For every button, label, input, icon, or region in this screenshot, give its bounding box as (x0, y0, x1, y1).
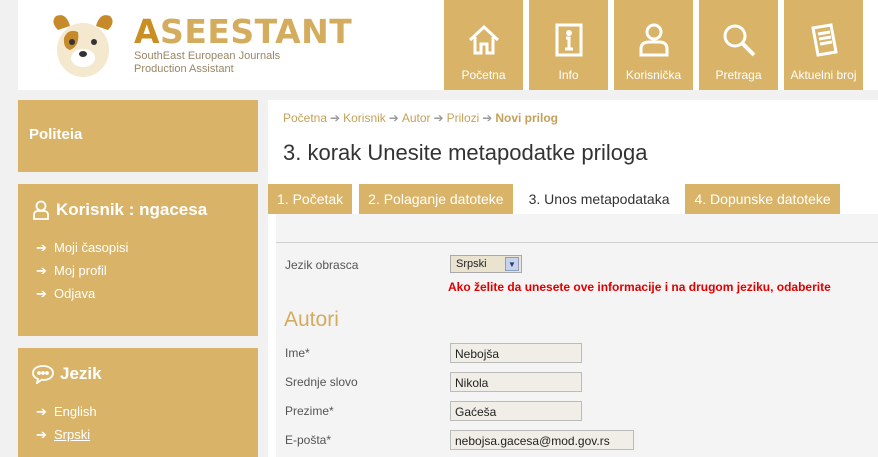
nav-user[interactable]: Korisnička (614, 0, 693, 90)
brand-subtitle-1: SouthEast European Journals (134, 50, 281, 62)
nav-home[interactable]: Početna (444, 0, 523, 90)
home-icon (444, 22, 523, 62)
sidebar-item-logout[interactable]: ➔ Odjava (36, 282, 258, 305)
document-icon (784, 22, 863, 62)
form-language-label: Jezik obrasca (285, 258, 359, 272)
sidebar: Politeia Korisnik : ngacesa ➔ Moji časopi… (18, 100, 258, 457)
journal-title[interactable]: Politeia (29, 126, 82, 143)
breadcrumb-user[interactable]: Korisnik (343, 111, 386, 125)
arrow-right-icon: ➔ (388, 111, 399, 125)
language-box-title: Jezik (32, 364, 258, 384)
info-icon (529, 22, 608, 62)
language-links: ➔ English ➔ Srpski (32, 400, 258, 446)
breadcrumb: Početna ➔ Korisnik ➔ Autor ➔ Prilozi ➔ Novi pril… (283, 111, 558, 125)
user-icon (33, 200, 49, 220)
nav-search[interactable]: Pretraga (699, 0, 778, 90)
user-links: ➔ Moji časopisi ➔ Moj profil ➔ Odjava (32, 236, 258, 305)
arrow-right-icon: ➔ (36, 240, 47, 255)
arrow-right-icon: ➔ (36, 263, 47, 278)
form-language-value: Srpski (456, 258, 487, 270)
last-name-label: Prezime* (285, 404, 334, 418)
arrow-right-icon: ➔ (433, 111, 444, 125)
breadcrumb-current[interactable]: Novi prilog (495, 111, 558, 125)
authors-heading: Autori (284, 308, 339, 331)
chevron-down-icon: ▼ (505, 257, 519, 271)
breadcrumb-author[interactable]: Autor (402, 111, 431, 125)
last-name-field[interactable]: Gaćeša (450, 401, 582, 421)
arrow-right-icon: ➔ (330, 111, 341, 125)
nav-current-issue-label: Aktuelni broj (790, 68, 857, 82)
language-box: Jezik ➔ English ➔ Srpski (18, 348, 258, 457)
breadcrumb-home[interactable]: Početna (283, 111, 327, 125)
main-content: Početna ➔ Korisnik ➔ Autor ➔ Prilozi ➔ Novi pril… (268, 100, 878, 457)
sidebar-item-my-journals[interactable]: ➔ Moji časopisi (36, 236, 258, 259)
arrow-right-icon: ➔ (36, 427, 47, 442)
tab-step-4[interactable]: 4. Dopunske datoteke (685, 184, 840, 214)
language-title-text: Jezik (60, 364, 102, 383)
user-title-text: Korisnik : ngacesa (56, 200, 208, 219)
tab-step-3[interactable]: 3. Unos metapodataka (519, 184, 679, 214)
nav-user-label: Korisnička (625, 68, 682, 82)
tab-step-1[interactable]: 1. Početak (268, 184, 353, 214)
tab-step-2[interactable]: 2. Polaganje datoteke (359, 184, 513, 214)
user-icon (614, 22, 693, 62)
step-tabs: 1. Početak 2. Polaganje datoteke 3. Unos… (268, 184, 878, 214)
main-nav: Početna Info Korisnička Pretraga Aktueln… (444, 0, 869, 90)
email-field[interactable]: nebojsa.gacesa@mod.gov.rs (450, 430, 634, 450)
brand-name: ASEESTANT (134, 12, 353, 51)
sidebar-item-srpski[interactable]: ➔ Srpski (36, 423, 258, 446)
user-box: Korisnik : ngacesa ➔ Moji časopisi ➔ Moj p… (18, 184, 258, 336)
middle-name-field[interactable]: Nikola (450, 372, 582, 392)
form-language-select[interactable]: Srpski ▼ (450, 255, 522, 273)
nav-home-label: Početna (461, 68, 506, 82)
arrow-right-icon: ➔ (36, 404, 47, 419)
search-icon (699, 22, 778, 62)
arrow-right-icon: ➔ (482, 111, 493, 125)
site-header: ASEESTANT SouthEast European Journals Pr… (18, 0, 878, 90)
middle-name-label: Srednje slovo (285, 375, 358, 389)
email-label: E-pošta* (285, 433, 332, 447)
brand-subtitle-2: Production Assistant (134, 63, 234, 75)
page-title: 3. korak Unesite metapodatke priloga (283, 140, 648, 165)
nav-current-issue[interactable]: Aktuelni broj (784, 0, 863, 90)
divider (276, 242, 878, 243)
user-box-title: Korisnik : ngacesa (32, 200, 258, 220)
brand-block: ASEESTANT SouthEast European Journals Pr… (134, 14, 352, 76)
sidebar-item-english[interactable]: ➔ English (36, 400, 258, 423)
metadata-form: Jezik obrasca Srpski ▼ Ako želite da une… (276, 214, 878, 457)
first-name-label: Ime* (285, 346, 310, 360)
first-name-field[interactable]: Nebojša (450, 343, 582, 363)
nav-info-label: Info (558, 68, 579, 82)
sidebar-item-my-profile[interactable]: ➔ Moj profil (36, 259, 258, 282)
breadcrumb-submissions[interactable]: Prilozi (447, 111, 480, 125)
language-warning: Ako želite da unesete ove informacije i … (448, 280, 831, 294)
journal-box: Politeia (18, 100, 258, 172)
nav-search-label: Pretraga (715, 68, 762, 82)
nav-info[interactable]: Info (529, 0, 608, 90)
speech-bubble-icon (32, 365, 54, 384)
dog-logo-icon[interactable] (48, 12, 118, 80)
arrow-right-icon: ➔ (36, 286, 47, 301)
